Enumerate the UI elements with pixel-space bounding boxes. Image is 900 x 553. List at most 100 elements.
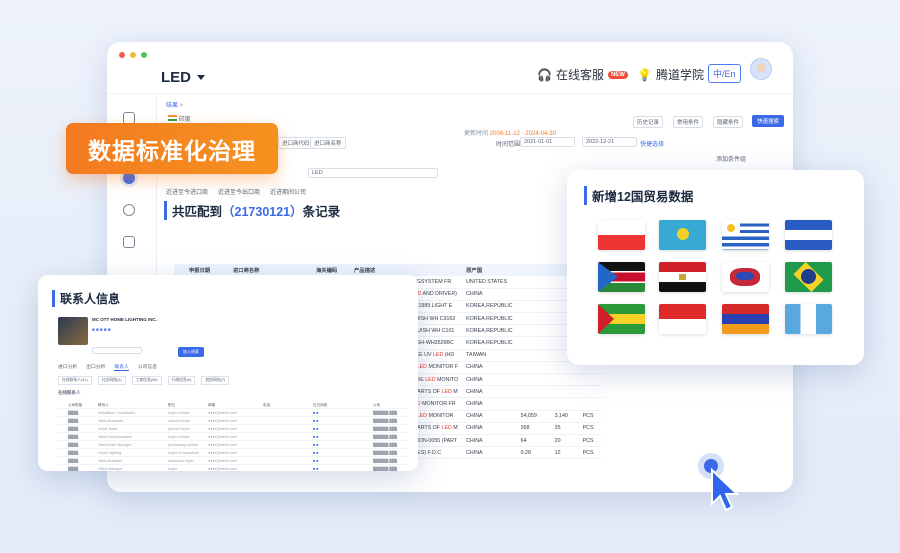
contact-role: buyer contact xyxy=(168,411,190,415)
hide-conditions[interactable]: 隐藏条件 xyxy=(713,116,744,128)
flag-icon-9 xyxy=(598,304,645,334)
table-cell: CHINA xyxy=(462,422,517,435)
academy-label: 腾道学院 xyxy=(655,68,704,82)
new-badge: NEW xyxy=(607,70,628,79)
contact-row[interactable]: ████ Office Manager buyer ●●●●@●●●●.com ■ ■ █… xyxy=(58,465,408,471)
social-icon: ■ ■ xyxy=(313,419,319,423)
contacts-table: 公司职能 联系人 职位 邮箱 电话 社交网络 公司 ████ Installation Coor… xyxy=(58,401,408,471)
table-cell: CHINA xyxy=(462,397,517,411)
common-conditions[interactable]: 常用条件 xyxy=(673,116,704,128)
social-icon: ■ ■ xyxy=(313,427,319,431)
company-name: MC OTT HOME LIGHTING INC. xyxy=(92,317,157,322)
table-cell: 20 xyxy=(550,434,579,448)
tab-results[interactable]: 结果 × xyxy=(166,100,183,109)
contact-position: Sales Assistant xyxy=(98,459,123,463)
contact-subtab[interactable]: 工商信息(56) xyxy=(131,376,162,385)
top-bar: LED 🎧 在线客服 NEW 💡 腾道学院 中/En xyxy=(107,42,793,94)
importer-code-tab[interactable]: 进口商代码 xyxy=(278,137,314,149)
flag-icon-3 xyxy=(722,220,769,250)
options-row: 近进至今进口商 近进至今出口商 近进期间公司 xyxy=(166,187,306,196)
option-recent-exporter[interactable]: 近进至今出口商 xyxy=(218,187,260,196)
table-cell: CHINA xyxy=(462,434,517,448)
table-cell xyxy=(516,373,551,387)
contact-subtab[interactable]: 行政信息(9) xyxy=(167,376,196,385)
option-recent-importer[interactable]: 近进至今进口商 xyxy=(166,187,208,196)
table-cell xyxy=(516,336,551,350)
chart-icon[interactable] xyxy=(123,204,135,216)
quick-search-button[interactable]: 快速搜索 xyxy=(752,115,785,127)
company-links[interactable]: ■ ■ ■ ■ ■ xyxy=(92,327,111,332)
search-title: LED xyxy=(161,69,191,86)
option-period-company[interactable]: 近进期间公司 xyxy=(270,187,306,196)
contacts-header: 公司职能 联系人 职位 邮箱 电话 社交网络 公司 xyxy=(58,401,408,409)
date-range-label: 时间范围 xyxy=(496,142,521,148)
table-cell: TAIWAN xyxy=(462,349,517,362)
table-cell xyxy=(516,300,551,314)
column-header[interactable]: 原产国 xyxy=(462,264,517,276)
contact-row[interactable]: ████ Sales Assistant distributor buyer ●●●●… xyxy=(58,457,408,465)
countries-card: 新增12国贸易数据 xyxy=(567,170,864,365)
contact-row[interactable]: ████ Warehouse Manager purchasing contact ●… xyxy=(58,441,408,449)
contact-position: Sales Associate xyxy=(98,419,124,423)
table-cell: 368 xyxy=(516,422,551,435)
online-contacts-label: 在线联系人 xyxy=(58,390,81,395)
contact-role: buyer xyxy=(168,467,177,471)
avatar[interactable] xyxy=(750,58,772,80)
table-cell: 0.28 xyxy=(516,446,551,460)
contact-row[interactable]: ████ Sales Representative buyer contact ●●●… xyxy=(58,433,408,441)
table-cell: PCS xyxy=(578,410,603,423)
country-select[interactable]: 印度 xyxy=(168,114,191,123)
quick-select-link[interactable]: 快捷选择 xyxy=(640,139,664,148)
contact-tab[interactable]: 进口分析 xyxy=(58,363,77,371)
contact-row[interactable]: ████ Installation Coordinator buyer contac… xyxy=(58,409,408,417)
table-cell: 54,059 xyxy=(516,410,551,423)
table-cell: CHINA xyxy=(462,373,517,387)
table-cell: UNITED STATES xyxy=(462,276,517,289)
table-cell: CHINA xyxy=(462,446,517,460)
importer-name-tab[interactable]: 进口商名称 xyxy=(310,137,346,149)
search-title-dropdown[interactable]: LED xyxy=(161,69,205,86)
close-icon[interactable]: × xyxy=(180,103,184,109)
contacts-title: 联系人信息 xyxy=(52,290,120,307)
contact-role: buyer of household xyxy=(168,451,199,455)
column-header[interactable] xyxy=(516,264,551,276)
contacts-column-header: 职位 xyxy=(168,403,176,407)
contact-tab[interactable]: 联系人 xyxy=(114,363,129,371)
add-lead-button[interactable]: 加入线索 xyxy=(178,347,204,357)
contact-subtab[interactable]: 其他网站(7) xyxy=(201,376,230,385)
social-icon: ■ ■ xyxy=(313,451,319,455)
table-cell: PCS xyxy=(578,434,603,448)
contact-tab[interactable]: 出口分析 xyxy=(86,363,105,371)
trend-icon[interactable] xyxy=(123,236,135,248)
contact-email: ●●●●@●●●●.com xyxy=(208,411,237,415)
support-link[interactable]: 🎧 在线客服 NEW xyxy=(537,66,628,83)
academy-link[interactable]: 💡 腾道学院 xyxy=(637,66,704,83)
contact-row[interactable]: ████ Sales Associate channel buyer ●●●●@●●●… xyxy=(58,417,408,425)
table-cell: PCS xyxy=(578,446,603,460)
contacts-column-header: 公司 xyxy=(373,403,381,407)
contact-role: distributor buyer xyxy=(168,459,194,463)
contact-position: Warehouse Manager xyxy=(98,443,132,447)
flag-icon-5 xyxy=(598,262,645,292)
feature-banner: 数据标准化治理 xyxy=(66,123,278,174)
contacts-column-header: 公司职能 xyxy=(68,403,83,407)
flag-icon-1 xyxy=(598,220,645,250)
contact-row[interactable]: ████ Home Lighting buyer of household ●●●●@… xyxy=(58,449,408,457)
keyword-input[interactable]: LED xyxy=(308,168,438,178)
language-toggle[interactable]: 中/En xyxy=(708,64,741,83)
add-condition-link[interactable]: 添加条件组 xyxy=(716,154,746,163)
history-button[interactable]: 历史记录 xyxy=(633,116,664,128)
support-label: 在线客服 xyxy=(555,68,604,82)
contact-subtab[interactable]: 在线联系人(41) xyxy=(58,376,92,385)
table-cell xyxy=(516,324,551,338)
date-end-input[interactable]: 2022-12-21 xyxy=(582,137,637,147)
contact-subtab[interactable]: 社交网络(3) xyxy=(97,376,126,385)
lightbulb-icon: 💡 xyxy=(637,67,652,82)
contact-tabs: 进口分析 出口分析 联系人 公司信息 xyxy=(58,363,157,371)
contact-tab[interactable]: 公司信息 xyxy=(138,363,157,371)
company-select[interactable] xyxy=(92,347,142,354)
date-start-input[interactable]: 2021-01-01 xyxy=(520,137,575,147)
contact-row[interactable]: ████ Inside Sales planner buyer ●●●●@●●●●.c… xyxy=(58,425,408,433)
table-cell: 35 xyxy=(550,422,579,435)
social-icon: ■ ■ xyxy=(313,459,319,463)
